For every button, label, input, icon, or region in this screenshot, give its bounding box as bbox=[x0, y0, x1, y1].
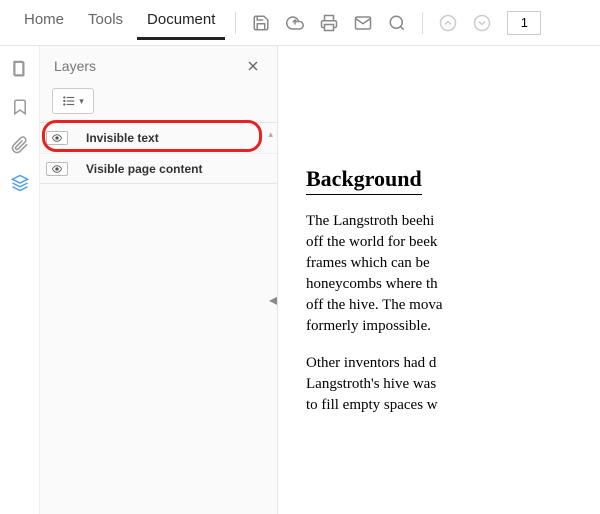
toolbar-separator bbox=[422, 12, 423, 34]
search-icon[interactable] bbox=[382, 8, 412, 38]
layers-icon[interactable] bbox=[9, 172, 31, 194]
cloud-upload-icon[interactable] bbox=[280, 8, 310, 38]
page-down-icon[interactable] bbox=[467, 8, 497, 38]
collapse-panel-handle[interactable]: ◂ bbox=[268, 280, 278, 320]
bookmarks-icon[interactable] bbox=[9, 96, 31, 118]
scroll-up-arrow[interactable]: ▴ bbox=[268, 129, 273, 140]
layer-options-button[interactable]: ▾ bbox=[52, 88, 94, 114]
email-icon[interactable] bbox=[348, 8, 378, 38]
document-view[interactable]: Background The Langstroth beehi off the … bbox=[278, 46, 600, 514]
document-paragraph: Other inventors had d Langstroth's hive … bbox=[306, 353, 600, 416]
close-icon[interactable] bbox=[243, 56, 263, 76]
print-icon[interactable] bbox=[314, 8, 344, 38]
tab-tools[interactable]: Tools bbox=[78, 5, 133, 40]
page-up-icon[interactable] bbox=[433, 8, 463, 38]
document-paragraph: The Langstroth beehi off the world for b… bbox=[306, 211, 600, 337]
tab-home[interactable]: Home bbox=[14, 5, 74, 40]
main-toolbar: Home Tools Document bbox=[0, 0, 600, 46]
layer-label: Invisible text bbox=[86, 131, 159, 145]
page-number-input[interactable] bbox=[507, 11, 541, 35]
layer-row-invisible-text[interactable]: Invisible text bbox=[40, 123, 277, 153]
document-heading: Background bbox=[306, 166, 422, 195]
thumbnails-icon[interactable] bbox=[9, 58, 31, 80]
layer-row-visible-content[interactable]: Visible page content bbox=[40, 153, 277, 183]
chevron-down-icon: ▾ bbox=[79, 96, 84, 107]
visibility-toggle[interactable] bbox=[46, 131, 68, 145]
save-icon[interactable] bbox=[246, 8, 276, 38]
layers-panel: Layers ▾ ▴ Invisible text bbox=[40, 46, 278, 514]
attachments-icon[interactable] bbox=[9, 134, 31, 156]
layer-label: Visible page content bbox=[86, 162, 202, 176]
nav-rail bbox=[0, 46, 40, 514]
tab-document[interactable]: Document bbox=[137, 5, 225, 40]
layer-list: ▴ Invisible text Visible page content bbox=[40, 122, 277, 184]
visibility-toggle[interactable] bbox=[46, 162, 68, 176]
toolbar-separator bbox=[235, 12, 236, 34]
panel-title: Layers bbox=[54, 58, 96, 74]
